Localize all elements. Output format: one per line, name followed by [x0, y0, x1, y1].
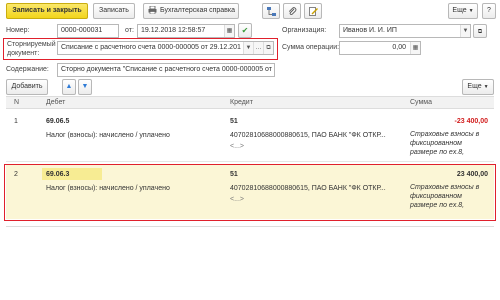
date-label: от: — [125, 27, 134, 34]
content-field[interactable]: Сторно документа "Списание с расчетного … — [57, 63, 275, 77]
table-row[interactable]: 1 69.06.5 Налог (взносы): начислено / уп… — [6, 110, 494, 162]
debit-account: 69.06.5 — [46, 118, 70, 125]
structure-button[interactable] — [262, 3, 280, 19]
move-up-button[interactable]: ▲ — [62, 79, 76, 95]
credit-account: 51 — [230, 118, 238, 125]
storno-document-value: Списание с расчетного счета 0000-000005 … — [61, 44, 241, 51]
structure-icon — [266, 7, 276, 16]
calendar-icon[interactable]: ▦ — [224, 25, 234, 37]
column-header-debit[interactable]: Дебет — [46, 97, 65, 109]
organization-field[interactable]: Иванов И. И. ИП ▼ — [339, 24, 471, 38]
storno-label-line1: Сторнируемый — [7, 41, 56, 48]
row-sum: -23 400,00 — [454, 118, 488, 125]
operation-sum-value: 0,00 — [392, 44, 406, 51]
accept-button[interactable]: ✔ — [238, 23, 252, 38]
calculator-icon[interactable]: ▦ — [410, 42, 420, 54]
open-link-icon[interactable]: ⧉ — [263, 42, 273, 54]
attach-button[interactable] — [283, 3, 301, 19]
arrow-down-icon: ▼ — [81, 83, 89, 90]
chevron-down-icon[interactable]: ▼ — [243, 42, 253, 54]
row-number: 1 — [14, 118, 18, 125]
operation-sum-field[interactable]: 0,00 ▦ — [339, 41, 421, 55]
sum-note: Страховые взносы в фиксированном размере… — [410, 131, 480, 156]
checkmark-icon: ✔ — [241, 26, 249, 35]
accounting-report-label: Бухгалтерская справка — [160, 7, 235, 14]
paperclip-icon — [288, 7, 297, 16]
table-more-menu-button[interactable]: Еще ▼ — [462, 79, 494, 95]
storno-document-field[interactable]: Списание с расчетного счета 0000-000005 … — [57, 41, 274, 55]
table-more-label: Еще — [467, 83, 482, 90]
chevron-down-icon[interactable]: ▼ — [460, 25, 470, 37]
printer-icon — [148, 6, 157, 15]
add-row-button[interactable]: Добавить — [6, 79, 48, 95]
accounting-report-button[interactable]: Бухгалтерская справка — [143, 3, 239, 19]
move-down-button[interactable]: ▼ — [78, 79, 92, 95]
save-and-close-button[interactable]: Записать и закрыть — [6, 3, 88, 19]
arrow-up-icon: ▲ — [65, 83, 73, 90]
organization-open-button[interactable]: ⧉ — [473, 24, 487, 38]
debit-subconto: Налог (взносы): начислено / уплачено — [46, 132, 170, 139]
content-label: Содержание: — [6, 66, 49, 73]
edit-button[interactable] — [304, 3, 322, 19]
credit-subconto-account: 40702810688000880615, ПАО БАНК "ФК ОТКР.… — [230, 132, 386, 139]
table-header: N Дебет Кредит Сумма — [6, 96, 494, 109]
chevron-down-icon: ▼ — [468, 8, 474, 14]
selected-row-border — [4, 164, 496, 221]
edit-document-icon — [308, 7, 318, 16]
date-value: 19.12.2018 12:58:57 — [141, 27, 206, 34]
more-menu-button[interactable]: Еще ▼ — [448, 3, 478, 19]
ellipsis-icon[interactable]: … — [253, 42, 263, 54]
table-bottom-border — [6, 226, 494, 227]
storno-document-label: Сторнируемый документ: — [7, 40, 56, 58]
operation-sum-label: Сумма операции: — [282, 44, 340, 51]
open-link-icon: ⧉ — [477, 29, 483, 35]
date-field[interactable]: 19.12.2018 12:58:57 ▦ — [137, 24, 235, 38]
help-button[interactable]: ? — [482, 3, 496, 19]
number-field[interactable]: 0000-000031 — [57, 24, 119, 38]
organization-value: Иванов И. И. ИП — [343, 27, 397, 34]
chevron-down-icon: ▼ — [483, 84, 489, 90]
organization-label: Организация: — [282, 27, 327, 34]
column-header-credit[interactable]: Кредит — [230, 97, 253, 109]
number-label: Номер: — [6, 27, 30, 34]
save-button[interactable]: Записать — [93, 3, 135, 19]
column-header-n[interactable]: N — [14, 97, 19, 109]
credit-subconto-empty: <...> — [230, 143, 245, 150]
storno-label-line2: документ: — [7, 50, 40, 57]
column-header-sum[interactable]: Сумма — [410, 97, 432, 109]
more-menu-label: Еще — [452, 7, 467, 14]
